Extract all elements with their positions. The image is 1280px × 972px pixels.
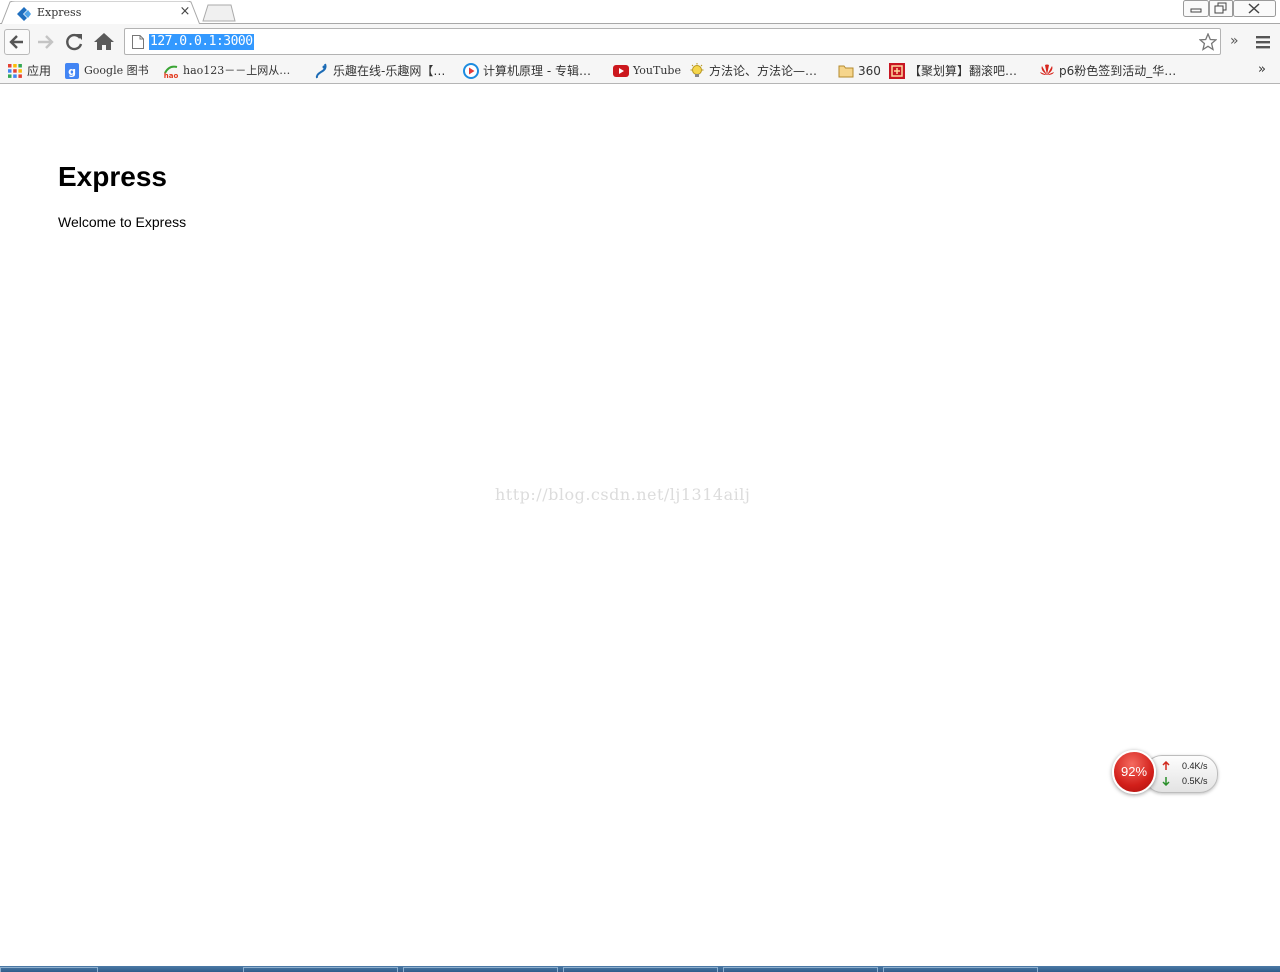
bookmark-label: YouTube	[633, 64, 681, 77]
taskbar-item[interactable]	[243, 967, 398, 972]
juhuasuan-icon	[889, 63, 905, 79]
folder-icon	[838, 65, 854, 78]
taskbar-item[interactable]	[883, 967, 1038, 972]
reload-button[interactable]	[64, 31, 86, 53]
chrome-menu-icon[interactable]	[1256, 35, 1270, 49]
taskbar-item[interactable]	[403, 967, 558, 972]
new-tab-shape	[202, 4, 236, 22]
tab-title: Express	[37, 6, 82, 19]
net-speed-widget[interactable]: 92% 0.4K/s 0.5K/s	[1110, 749, 1220, 797]
page-icon	[132, 35, 144, 49]
huawei-icon	[1040, 64, 1054, 75]
tab-express[interactable]: Express ×	[0, 1, 201, 25]
minimize-button[interactable]	[1183, 0, 1209, 17]
upload-arrow-icon	[1162, 761, 1170, 770]
bookmark-label: hao123－－上网从…	[183, 64, 291, 77]
back-button[interactable]	[4, 29, 30, 55]
taskbar-start-item[interactable]	[0, 967, 98, 972]
bookmark-label: 方法论、方法论—…	[709, 64, 818, 78]
home-button[interactable]	[93, 31, 115, 53]
address-bar[interactable]: 127.0.0.1:3000	[124, 28, 1221, 55]
apps-grid-icon	[8, 64, 22, 78]
bookmarks-bar: 应用 g Google 图书 hao hao123－－上网从… 乐趣在线-乐趣网…	[0, 58, 1280, 84]
tab-strip: Express ×	[0, 0, 1280, 25]
home-icon	[94, 33, 114, 50]
restore-icon	[1209, 0, 1233, 17]
usage-percent: 92%	[1120, 764, 1148, 779]
lequ-icon	[315, 63, 327, 79]
bookmark-star-icon[interactable]	[1199, 33, 1217, 51]
restore-button[interactable]	[1209, 0, 1233, 17]
tab-close-icon[interactable]: ×	[178, 4, 192, 20]
bookmark-label: Google 图书	[84, 64, 149, 77]
youtube-icon	[613, 65, 629, 77]
express-favicon-icon	[17, 7, 31, 21]
reload-icon	[66, 33, 83, 51]
browser-toolbar: 127.0.0.1:3000	[0, 24, 1280, 58]
svg-text:g: g	[68, 65, 76, 78]
bookmark-label: 乐趣在线-乐趣网【…	[333, 64, 446, 78]
upload-speed: 0.4K/s	[1182, 761, 1208, 771]
download-arrow-icon	[1162, 777, 1170, 786]
bookmark-label: 应用	[27, 64, 52, 78]
svg-text:hao: hao	[164, 72, 179, 79]
forward-button[interactable]	[35, 31, 57, 53]
page-title: Express	[58, 161, 167, 192]
bookmark-label: 【聚划算】翻滚吧…	[909, 64, 1018, 78]
bookmark-label: 360	[858, 64, 881, 78]
bookmarks-overflow-icon[interactable]: »	[1258, 62, 1266, 77]
taskbar-item[interactable]	[723, 967, 878, 972]
back-arrow-icon	[9, 35, 23, 49]
google-books-icon: g	[65, 63, 79, 79]
hao123-icon: hao	[164, 65, 179, 79]
bookmark-label: 计算机原理 - 专辑…	[483, 64, 591, 78]
url-text[interactable]: 127.0.0.1:3000	[149, 34, 254, 50]
window-close-button[interactable]	[1233, 0, 1276, 17]
extensions-overflow-icon[interactable]: »	[1230, 33, 1239, 49]
minimize-icon	[1183, 0, 1209, 17]
watermark: http://blog.csdn.net/lj1314ailj	[495, 485, 751, 504]
youku-icon	[463, 63, 479, 79]
os-taskbar	[0, 966, 1280, 972]
window-close-icon	[1233, 0, 1276, 17]
forward-arrow-icon	[38, 35, 54, 49]
page-viewport: Express Welcome to Express http://blog.c…	[0, 84, 1280, 966]
new-tab-button[interactable]	[201, 4, 237, 22]
download-speed: 0.5K/s	[1182, 776, 1208, 786]
welcome-text: Welcome to Express	[58, 214, 187, 230]
bookmark-label: p6粉色签到活动_华…	[1059, 64, 1177, 78]
taskbar-item[interactable]	[563, 967, 718, 972]
lightbulb-icon	[690, 63, 704, 77]
